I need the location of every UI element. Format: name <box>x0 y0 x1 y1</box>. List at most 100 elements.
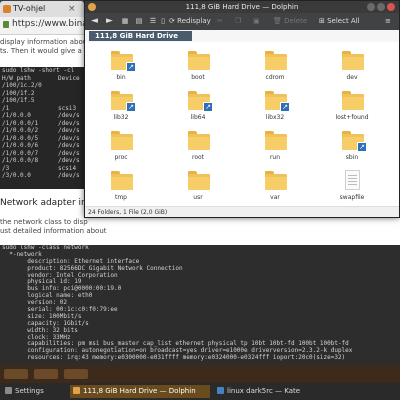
lock-icon <box>3 21 9 28</box>
menu-icon[interactable]: ≡ <box>385 15 391 28</box>
folder-icon: ↗ <box>188 90 213 112</box>
folder-item[interactable]: usr <box>168 170 228 208</box>
terminal-command: sudo lshw -short -cl <box>2 67 75 74</box>
task-label: 111,8 GiB Hard Drive — Dolphin <box>83 387 196 395</box>
folder-icon <box>265 50 287 70</box>
select-all-button[interactable]: ⊞ Select All <box>319 15 360 28</box>
folder-item[interactable]: cdrom <box>245 50 305 88</box>
status-bar: 24 Folders, 1 File (2,0 GiB) <box>85 206 399 217</box>
item-label: cdrom <box>265 74 285 81</box>
folder-item[interactable]: proc <box>91 130 151 168</box>
browser-tab-title: TV-ohjel <box>13 4 46 13</box>
task-label: linux dark5rc — Kate <box>227 387 301 395</box>
article-text: the network class to disp <box>0 218 88 226</box>
article-text: ts. Then it would give a m <box>0 47 91 55</box>
folder-item[interactable]: var <box>245 170 305 208</box>
symlink-icon: ↗ <box>280 102 290 112</box>
delete-button[interactable]: 🗑 Delete <box>273 15 307 28</box>
window-title: 111,8 GiB Hard Drive — Dolphin <box>185 3 299 11</box>
dolphin-window: 111,8 GiB Hard Drive — Dolphin ◄ ► ▦ ▤ ☰… <box>84 0 400 218</box>
folder-item[interactable]: root <box>168 130 228 168</box>
terminal-row: /1/0.0.0/2/dev/s <box>2 127 80 134</box>
split-icon[interactable]: ▯ <box>159 15 167 28</box>
launcher-icon[interactable] <box>4 369 28 379</box>
launcher-icon[interactable] <box>64 369 88 379</box>
folder-item[interactable]: lost+found <box>322 90 382 128</box>
item-label: boot <box>191 74 205 81</box>
folder-item[interactable]: ↗ sbin <box>322 130 382 168</box>
symlink-icon: ↗ <box>126 102 136 112</box>
forward-button[interactable]: ► <box>106 15 113 28</box>
terminal-row: /1/0.0.0/1/dev/s <box>2 119 80 127</box>
folder-item[interactable]: ↗ bin <box>91 50 151 88</box>
folder-icon <box>188 170 210 190</box>
folder-item[interactable]: ↗ lib32 <box>91 90 151 128</box>
cut-icon[interactable]: ✂ <box>217 15 223 28</box>
terminal-row: /100/1f.5 <box>2 97 35 104</box>
paste-icon[interactable]: ▣ <box>253 15 260 28</box>
folder-icon <box>111 130 133 150</box>
folder-item[interactable]: run <box>245 130 305 168</box>
terminal-line: resources: irq:43 memory:e0300000-e031ff… <box>2 354 346 362</box>
folder-item[interactable]: ↗ lib64 <box>168 90 228 128</box>
view-details-icon[interactable]: ☰ <box>147 15 159 28</box>
item-label: usr <box>193 194 203 201</box>
trash-icon: 🗑 <box>273 17 285 25</box>
terminal-header: H/W path Device <box>2 74 80 82</box>
app-icon <box>217 387 224 394</box>
folder-icon <box>265 170 287 190</box>
folder-icon <box>342 90 364 110</box>
folder-icon <box>188 130 210 150</box>
item-label: var <box>270 194 280 201</box>
terminal-row: /1/0.0.0/5/dev/s <box>2 134 80 142</box>
item-label: root <box>191 154 205 161</box>
select-all-icon: ⊞ <box>319 17 328 25</box>
item-label: lib32 <box>113 114 129 121</box>
redisplay-button[interactable]: ⟳ Redisplay <box>169 15 211 28</box>
launcher-strip <box>0 365 400 383</box>
article-text: ust detailed information about <box>0 227 107 235</box>
taskbar-task[interactable]: 111,8 GiB Hard Drive — Dolphin <box>70 385 210 398</box>
terminal-row: /1/0.0.0/6/dev/s <box>2 142 80 149</box>
item-label: tmp <box>114 194 127 201</box>
window-titlebar[interactable]: 111,8 GiB Hard Drive — Dolphin <box>85 1 399 13</box>
minimize-icon[interactable] <box>367 3 375 11</box>
symlink-icon: ↗ <box>357 142 367 152</box>
article-text: display information about <box>0 38 90 46</box>
item-label: lib64 <box>190 114 206 121</box>
folder-icon: ↗ <box>111 50 136 72</box>
app-icon <box>73 387 80 394</box>
terminal-row: /1/0.0.0/dev/s <box>2 112 80 119</box>
item-label: bin <box>116 74 126 81</box>
view-icons-icon[interactable]: ▦ <box>119 15 131 28</box>
folder-item[interactable]: tmp <box>91 170 151 208</box>
toolbar: ◄ ► ▦ ▤ ☰ ▯ ⟳ Redisplay ✂ ❐ ▣ 🗑 Delete ⊞… <box>85 13 399 30</box>
task-label: Settings <box>15 387 44 395</box>
terminal-row: /100/1f.2 <box>2 89 35 97</box>
terminal-line: sudo lshw -class network <box>2 245 89 251</box>
browser-tab[interactable]: TV-ohjel × <box>0 1 84 17</box>
file-view[interactable]: ↗ bin boot cdrom dev ↗ lib32 ↗ lib64 ↗ libx32 lost+… <box>85 42 399 206</box>
folder-item[interactable]: dev <box>322 50 382 88</box>
view-compact-icon[interactable]: ▤ <box>133 15 145 28</box>
back-button[interactable]: ◄ <box>91 15 98 28</box>
taskbar-task[interactable]: linux dark5rc — Kate <box>214 385 324 398</box>
copy-icon[interactable]: ❐ <box>235 15 241 28</box>
launcher-icon[interactable] <box>34 369 58 379</box>
file-icon <box>342 170 364 190</box>
breadcrumb-item[interactable]: 111,8 GiB Hard Drive <box>89 31 192 41</box>
item-label: sbin <box>345 154 359 161</box>
taskbar-task[interactable]: Settings <box>2 385 68 398</box>
close-icon[interactable]: × <box>68 1 76 17</box>
file-item[interactable]: swapfile <box>322 170 382 208</box>
folder-item[interactable]: boot <box>168 50 228 88</box>
item-label: run <box>269 154 281 161</box>
maximize-icon[interactable] <box>377 3 385 11</box>
terminal-row: /3/0.0.0/dev/s <box>2 172 80 179</box>
section-heading: Network adapter in <box>0 198 87 208</box>
close-icon[interactable] <box>387 3 395 11</box>
folder-item[interactable]: ↗ libx32 <box>245 90 305 128</box>
terminal-window[interactable]: sudo lshw -class network *-network descr… <box>0 245 400 365</box>
symlink-icon: ↗ <box>126 62 136 72</box>
folder-icon <box>188 50 210 70</box>
